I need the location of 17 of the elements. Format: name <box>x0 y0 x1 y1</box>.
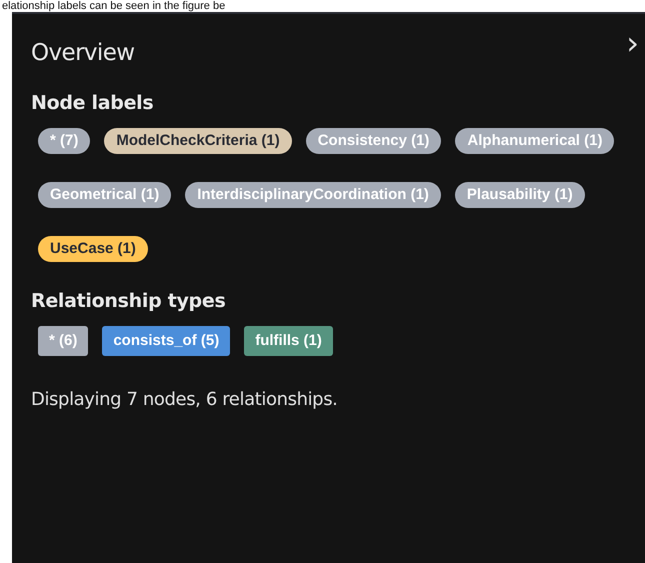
node-label-chip[interactable]: UseCase (1) <box>38 236 148 262</box>
node-label-chip[interactable]: Consistency (1) <box>306 128 442 154</box>
node-label-chip[interactable]: Plausability (1) <box>454 182 585 208</box>
node-label-chip[interactable]: InterdisciplinaryCoordination (1) <box>185 182 441 208</box>
node-label-chip[interactable]: Alphanumerical (1) <box>455 128 614 154</box>
node-label-chip[interactable]: Geometrical (1) <box>38 182 172 208</box>
section-heading: Node labels <box>31 91 154 116</box>
status-text: Displaying 7 nodes, 6 relationships. <box>31 388 338 412</box>
collapse-button[interactable]: › <box>626 30 639 56</box>
node-label-chip[interactable]: * (7) <box>38 128 90 154</box>
relationship-type-chip[interactable]: consists_of (5) <box>102 326 230 356</box>
caption-text: elationship labels can be seen in the figure be <box>1 0 226 12</box>
relationship-type-chip[interactable]: * (6) <box>38 326 88 356</box>
node-label-chip[interactable]: ModelCheckCriteria (1) <box>104 128 292 154</box>
section-heading: Relationship types <box>31 289 226 314</box>
panel-title: Overview <box>31 39 134 68</box>
relationship-type-chip[interactable]: fulfills (1) <box>244 326 333 356</box>
